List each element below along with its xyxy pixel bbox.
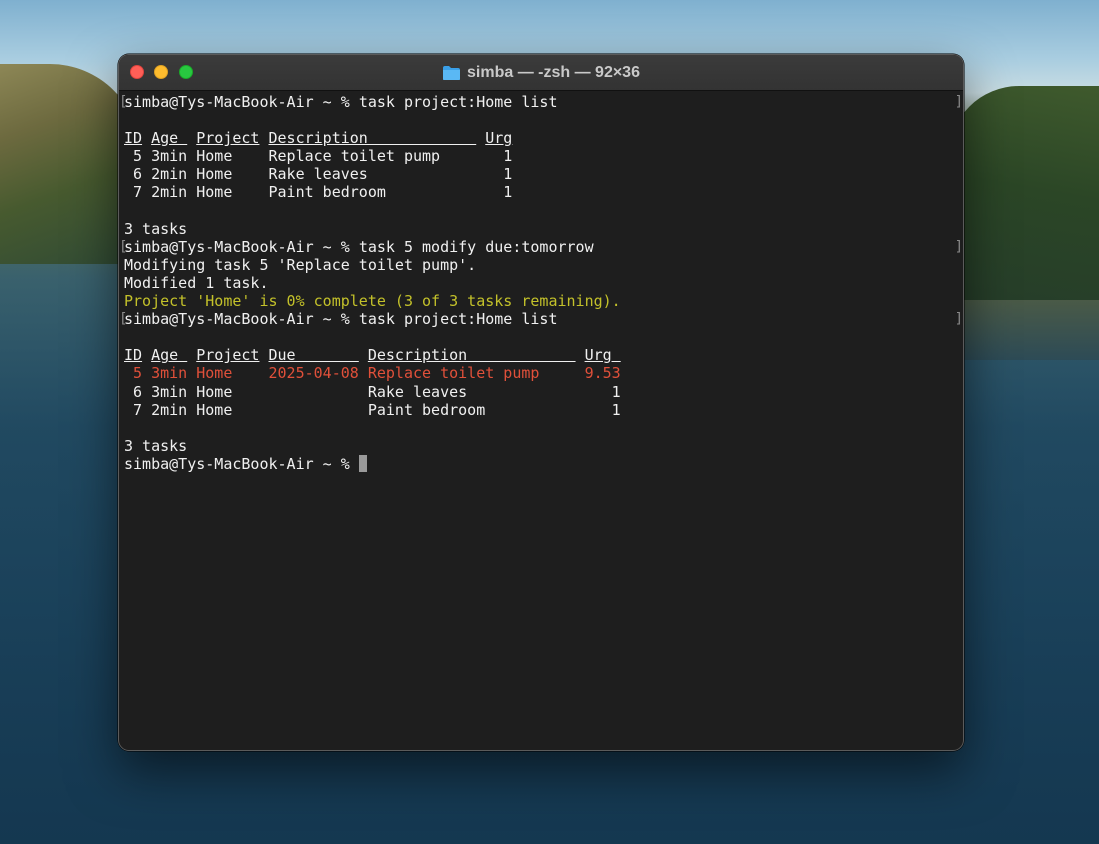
prompt-mark-left: [ [119,94,128,110]
column-header: Project [196,129,260,148]
task-row: 6 2min Home Rake leaves 1 [124,165,512,183]
task-id: 6 [124,165,143,184]
task-age: 2min [151,165,188,184]
task-project: Home [196,183,260,202]
column-header: Due [268,346,359,365]
terminal-line: [simba@Tys-MacBook-Air ~ % task project:… [119,310,963,329]
task-age: 2min [151,400,188,419]
task-description: Paint bedroom [367,400,576,419]
task-description: Replace toilet pump [367,364,576,383]
terminal-line: simba@Tys-MacBook-Air ~ % [124,454,963,473]
task-id: 6 [124,382,143,401]
task-age: 2min [151,183,188,202]
task-age: 3min [151,364,188,383]
task-project: Home [196,382,260,401]
task-description: Replace toilet pump [268,147,477,166]
prompt-mark-right: ] [954,238,963,255]
text-cursor[interactable] [358,454,367,472]
task-description: Paint bedroom [268,183,477,202]
task-description: Rake leaves [268,165,477,184]
task-age: 3min [151,147,188,166]
shell-prompt: simba@Tys-MacBook-Air ~ % [124,310,359,329]
task-urgency: 1 [584,382,621,401]
terminal-line: [simba@Tys-MacBook-Air ~ % task 5 modify… [119,237,963,256]
task-due [269,383,359,401]
output-text: 3 tasks [124,436,188,455]
task-urgency: 1 [584,400,621,419]
window-title: simba — -zsh — 92×36 [467,64,640,81]
task-urgency: 9.53 [584,364,621,383]
project-status-text: Project 'Home' is 0% complete (3 of 3 ta… [124,292,621,311]
column-header: Age [151,346,188,365]
terminal-line: 5 3min Home 2025-04-08 Replace toilet pu… [124,364,963,382]
column-header: Age [151,129,188,148]
terminal-line: 3 tasks [124,437,963,455]
window-title-group: simba — -zsh — 92×36 [119,55,963,91]
output-text: Modified 1 task. [124,273,269,292]
task-id: 5 [124,147,143,166]
command-text: task project:Home list [358,93,558,111]
prompt-mark-right: ] [954,94,963,110]
task-row: 7 2min Home Paint bedroom 1 [124,183,512,201]
terminal-content[interactable]: [simba@Tys-MacBook-Air ~ % task project:… [119,92,963,750]
task-id: 7 [124,400,143,419]
task-project: Home [196,147,260,166]
output-text: 3 tasks [124,219,188,238]
shell-prompt: simba@Tys-MacBook-Air ~ % [124,237,359,256]
terminal-line: 7 2min Home Paint bedroom 1 [124,401,963,419]
terminal-line: Modifying task 5 'Replace toilet pump'. [124,256,963,274]
output-text: Modifying task 5 'Replace toilet pump'. [124,255,477,274]
column-header: Description [268,129,477,148]
terminal-line: 3 tasks [124,220,963,238]
terminal-line: 6 2min Home Rake leaves 1 [124,165,963,183]
task-id: 7 [124,183,143,202]
desktop-hill-right [949,86,1099,316]
prompt-mark-left: [ [119,238,128,255]
folder-icon [443,66,461,80]
task-id: 5 [124,364,143,383]
column-header: ID [124,129,143,148]
task-urgency: 1 [485,147,513,166]
shell-prompt: simba@Tys-MacBook-Air ~ % [124,454,359,473]
terminal-line: Project 'Home' is 0% complete (3 of 3 ta… [124,292,963,310]
terminal-line: [simba@Tys-MacBook-Air ~ % task project:… [119,93,963,111]
task-row: 5 3min Home Replace toilet pump 1 [124,147,512,165]
column-header: Urg [485,129,513,148]
task-urgency: 1 [485,183,513,202]
column-header: Urg [584,346,621,365]
shell-prompt: simba@Tys-MacBook-Air ~ % [124,93,359,111]
terminal-line: ID Age Project Description Urg [124,129,963,147]
task-row: 6 3min Home Rake leaves 1 [124,383,621,401]
column-header: Description [367,346,576,365]
task-age: 3min [151,382,188,401]
command-text: task project:Home list [358,310,558,329]
task-row: 7 2min Home Paint bedroom 1 [124,401,621,419]
column-header: Project [196,346,260,365]
terminal-line: 5 3min Home Replace toilet pump 1 [124,147,963,165]
command-text: task 5 modify due:tomorrow [358,237,594,256]
task-description: Rake leaves [367,382,576,401]
prompt-mark-left: [ [119,311,128,328]
task-project: Home [196,400,260,419]
task-project: Home [196,165,260,184]
task-project: Home [196,364,260,383]
terminal-line: 6 3min Home Rake leaves 1 [124,383,963,401]
terminal-line: 7 2min Home Paint bedroom 1 [124,183,963,201]
title-bar[interactable]: simba — -zsh — 92×36 [119,55,963,91]
column-header: ID [124,346,143,365]
prompt-mark-right: ] [954,311,963,328]
task-row: 5 3min Home 2025-04-08 Replace toilet pu… [124,364,621,382]
task-due [269,401,359,419]
terminal-line: Modified 1 task. [124,274,963,292]
task-due: 2025-04-08 [268,364,359,383]
terminal-window[interactable]: simba — -zsh — 92×36 [simba@Tys-MacBook-… [118,54,964,751]
desktop-shore-right [949,300,1099,360]
terminal-line: ID Age Project Due Description Urg [124,346,963,364]
task-urgency: 1 [485,165,513,184]
